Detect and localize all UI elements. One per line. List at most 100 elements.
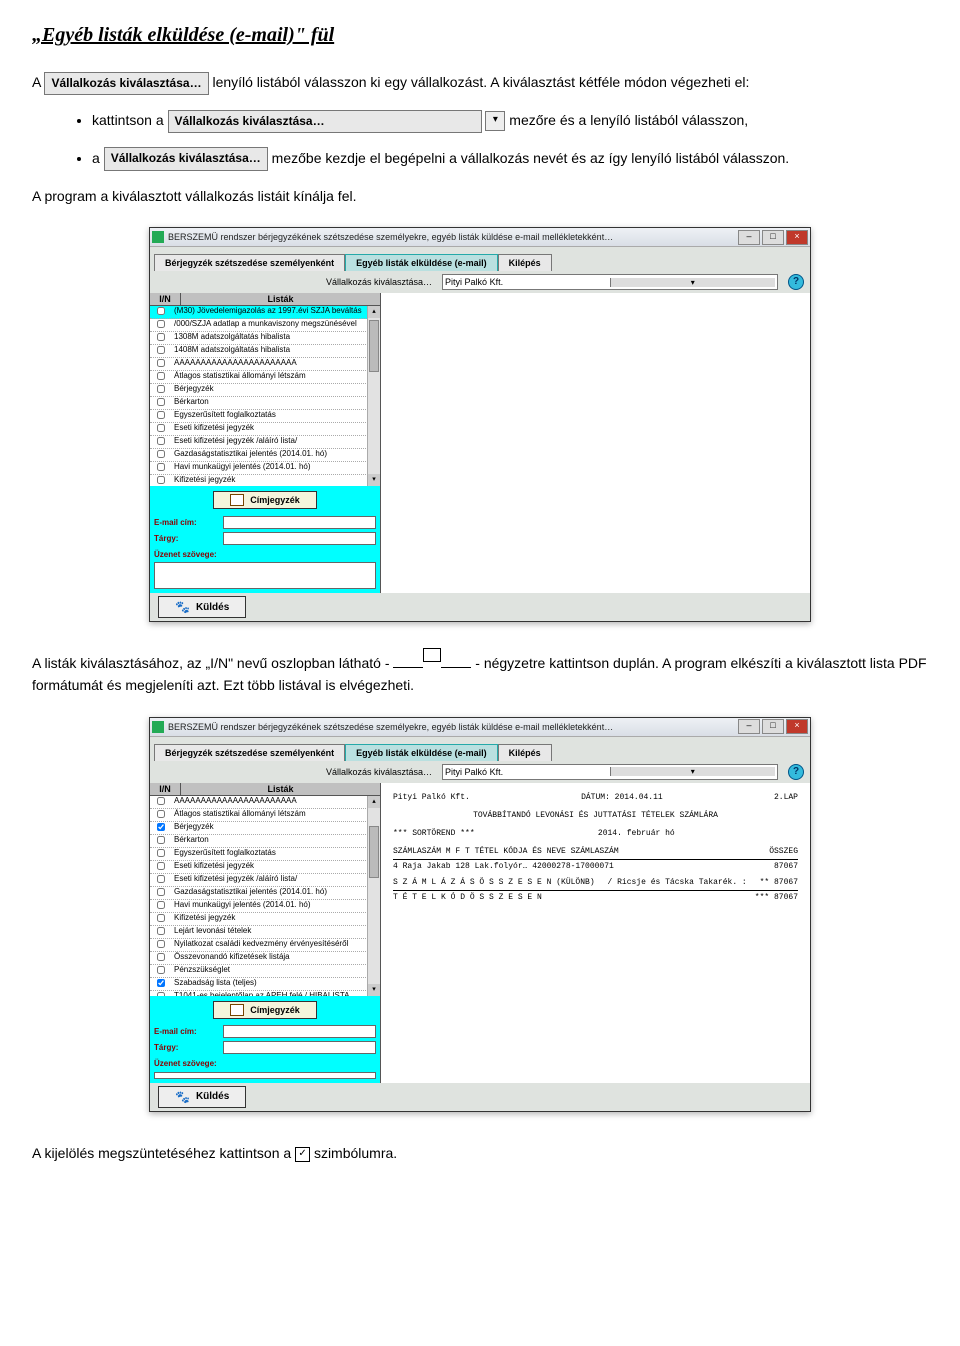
intro-a: A	[32, 74, 41, 90]
row-checkbox[interactable]	[150, 835, 172, 847]
help-icon-2[interactable]: ?	[788, 764, 804, 780]
list-item[interactable]: Átlagos statisztikai állományi létszám	[150, 371, 368, 384]
row-checkbox[interactable]	[150, 358, 172, 370]
list-item[interactable]: Kifizetési jegyzék	[150, 475, 368, 486]
row-label: Nyilatkozat családi kedvezmény érvényesí…	[172, 939, 368, 951]
list-item[interactable]: Bérkarton	[150, 835, 368, 848]
cimjegyzek-button[interactable]: Címjegyzék	[213, 491, 317, 509]
list-item[interactable]: Pénzszükséglet	[150, 965, 368, 978]
close-button[interactable]: ×	[786, 230, 808, 245]
row-checkbox[interactable]	[150, 978, 172, 990]
row-checkbox[interactable]	[150, 371, 172, 383]
row-checkbox[interactable]	[150, 345, 172, 357]
row-label: Egyszerűsített foglalkoztatás	[172, 410, 368, 422]
row-checkbox[interactable]	[150, 991, 172, 996]
list-item[interactable]: Eseti kifizetési jegyzék	[150, 423, 368, 436]
row-checkbox[interactable]	[150, 462, 172, 474]
row-checkbox[interactable]	[150, 306, 172, 318]
list-item[interactable]: 1408M adatszolgáltatás hibalista	[150, 345, 368, 358]
row-checkbox[interactable]	[150, 384, 172, 396]
scroll-thumb[interactable]	[369, 320, 379, 372]
scroll-up-icon[interactable]: ▴	[368, 306, 380, 318]
list-item[interactable]: Gazdaságstatisztikai jelentés (2014.01. …	[150, 887, 368, 900]
tab-berjegyzek-2[interactable]: Bérjegyzék szétszedése személyenként	[154, 744, 345, 761]
scrollbar[interactable]: ▴ ▾	[367, 306, 380, 486]
minimize-button-2[interactable]: –	[738, 719, 760, 734]
row-checkbox[interactable]	[150, 848, 172, 860]
list-item[interactable]: AAAAAAAAAAAAAAAAAAAAAAA	[150, 358, 368, 371]
list-item[interactable]: Bérkarton	[150, 397, 368, 410]
email-input-2[interactable]	[223, 1025, 376, 1038]
list-item[interactable]: Eseti kifizetési jegyzék /aláíró lista/	[150, 874, 368, 887]
row-checkbox[interactable]	[150, 965, 172, 977]
list-item[interactable]: Gazdaságstatisztikai jelentés (2014.01. …	[150, 449, 368, 462]
scroll-up-icon-2[interactable]: ▴	[368, 796, 380, 808]
list-item[interactable]: T1041-es bejelentőlap az APEH felé / HIB…	[150, 991, 368, 996]
tab-egyeb-listak-2[interactable]: Egyéb listák elküldése (e-mail)	[345, 744, 498, 761]
scroll-down-icon[interactable]: ▾	[368, 474, 380, 486]
row-checkbox[interactable]	[150, 822, 172, 834]
close-button-2[interactable]: ×	[786, 719, 808, 734]
list-item[interactable]: Lejárt levonási tételek	[150, 926, 368, 939]
message-textarea-2[interactable]	[154, 1072, 376, 1079]
list-item[interactable]: Bérjegyzék	[150, 384, 368, 397]
vk-dropdown-2[interactable]: Pityi Palkó Kft. ▾	[442, 764, 778, 780]
row-checkbox[interactable]	[150, 410, 172, 422]
list-item[interactable]: Eseti kifizetési jegyzék /aláíró lista/	[150, 436, 368, 449]
kuldes-button-2[interactable]: 🐾 Küldés	[158, 1086, 246, 1108]
row-checkbox[interactable]	[150, 332, 172, 344]
row-checkbox[interactable]	[150, 887, 172, 899]
row-checkbox[interactable]	[150, 900, 172, 912]
method-2: a Vállalkozás kiválasztása… mezőbe kezdj…	[92, 147, 928, 171]
tab-kilepes[interactable]: Kilépés	[498, 254, 552, 271]
row-checkbox[interactable]	[150, 952, 172, 964]
minimize-button[interactable]: –	[738, 230, 760, 245]
list-item[interactable]: Egyszerűsített foglalkoztatás	[150, 848, 368, 861]
row-checkbox[interactable]	[150, 436, 172, 448]
list-item[interactable]: Nyilatkozat családi kedvezmény érvényesí…	[150, 939, 368, 952]
row-checkbox[interactable]	[150, 449, 172, 461]
list-item[interactable]: Kifizetési jegyzék	[150, 913, 368, 926]
list-item[interactable]: AAAAAAAAAAAAAAAAAAAAAAA	[150, 796, 368, 809]
list-item[interactable]: Szabadság lista (teljes)	[150, 978, 368, 991]
scroll-down-icon-2[interactable]: ▾	[368, 984, 380, 996]
list-item[interactable]: Havi munkaügyi jelentés (2014.01. hó)	[150, 462, 368, 475]
list-item[interactable]: Egyszerűsített foglalkoztatás	[150, 410, 368, 423]
scroll-thumb-2[interactable]	[369, 826, 379, 878]
targy-input[interactable]	[223, 532, 376, 545]
maximize-button[interactable]: □	[762, 230, 784, 245]
list-item[interactable]: /000/SZJA adatlap a munkaviszony megszün…	[150, 319, 368, 332]
row-checkbox[interactable]	[150, 939, 172, 951]
list-item[interactable]: Havi munkaügyi jelentés (2014.01. hó)	[150, 900, 368, 913]
row-checkbox[interactable]	[150, 475, 172, 486]
row-checkbox[interactable]	[150, 926, 172, 938]
row-checkbox[interactable]	[150, 913, 172, 925]
list-item[interactable]: Eseti kifizetési jegyzék	[150, 861, 368, 874]
help-icon[interactable]: ?	[788, 274, 804, 290]
tab-kilepes-2[interactable]: Kilépés	[498, 744, 552, 761]
kuldes-button[interactable]: 🐾 Küldés	[158, 596, 246, 618]
list-item[interactable]: 1308M adatszolgáltatás hibalista	[150, 332, 368, 345]
vk-dropdown[interactable]: Pityi Palkó Kft. ▾	[442, 274, 778, 290]
row-checkbox[interactable]	[150, 423, 172, 435]
row-checkbox[interactable]	[150, 319, 172, 331]
row-checkbox[interactable]	[150, 397, 172, 409]
row-checkbox[interactable]	[150, 874, 172, 886]
list-item[interactable]: Bérjegyzék	[150, 822, 368, 835]
targy-input-2[interactable]	[223, 1041, 376, 1054]
email-input[interactable]	[223, 516, 376, 529]
col-lists-2: Listák	[181, 783, 380, 795]
tab-berjegyzek[interactable]: Bérjegyzék szétszedése személyenként	[154, 254, 345, 271]
list-item[interactable]: Összevonandó kifizetések listája	[150, 952, 368, 965]
maximize-button-2[interactable]: □	[762, 719, 784, 734]
row-checkbox[interactable]	[150, 809, 172, 821]
message-textarea[interactable]	[154, 562, 376, 589]
row-checkbox[interactable]	[150, 796, 172, 808]
list-item[interactable]: Átlagos statisztikai állományi létszám	[150, 809, 368, 822]
sq-line-right	[441, 667, 471, 668]
tab-egyeb-listak[interactable]: Egyéb listák elküldése (e-mail)	[345, 254, 498, 271]
scrollbar-2[interactable]: ▴ ▾	[367, 796, 380, 996]
row-checkbox[interactable]	[150, 861, 172, 873]
cimjegyzek-button-2[interactable]: Címjegyzék	[213, 1001, 317, 1019]
list-item[interactable]: (M30) Jövedelemigazolás az 1997.évi SZJA…	[150, 306, 368, 319]
